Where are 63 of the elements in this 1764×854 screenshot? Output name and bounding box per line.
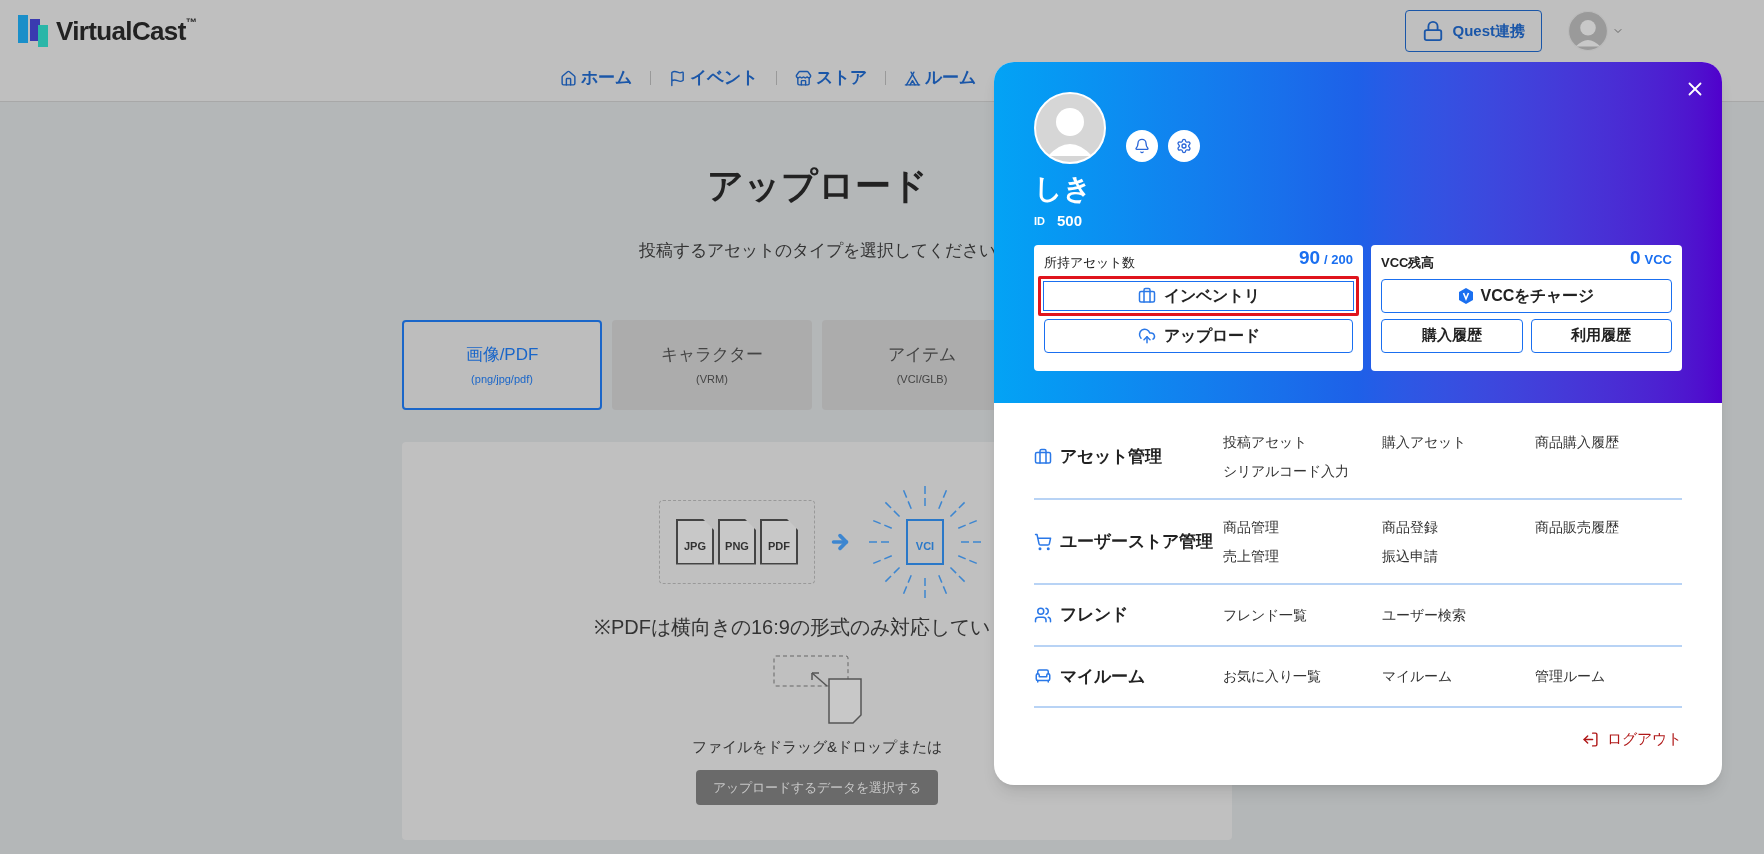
vcc-label: VCC残高 bbox=[1381, 254, 1435, 272]
settings-button[interactable] bbox=[1168, 130, 1200, 162]
bell-icon bbox=[1134, 138, 1150, 154]
history-button[interactable]: 利用履歴 bbox=[1530, 318, 1672, 353]
section-icon bbox=[1034, 605, 1052, 624]
vcc-unit: VCC bbox=[1644, 251, 1672, 269]
user-name: しき bbox=[1034, 172, 1093, 206]
menu-link[interactable]: マイルーム bbox=[1382, 666, 1535, 687]
user-id: 500 bbox=[1057, 211, 1083, 231]
menu-link[interactable]: 商品購入履歴 bbox=[1535, 432, 1655, 452]
menu-action-button[interactable]: インベントリ bbox=[1038, 275, 1359, 316]
asset-type-tab[interactable]: キャラクター (VRM) bbox=[612, 319, 812, 410]
section-icon bbox=[1034, 532, 1052, 551]
nav-link[interactable]: イベント bbox=[669, 65, 758, 91]
assets-limit: / 200 bbox=[1324, 251, 1353, 269]
history-button[interactable]: 購入履歴 bbox=[1381, 318, 1523, 353]
notification-button[interactable] bbox=[1126, 130, 1158, 162]
menu-link[interactable]: 購入アセット bbox=[1382, 432, 1535, 452]
section-title: アセット管理 bbox=[1060, 445, 1162, 468]
avatar-icon bbox=[1568, 11, 1608, 51]
nav-icon bbox=[795, 69, 812, 87]
nav-icon bbox=[560, 69, 577, 87]
vcc-charge-button[interactable]: VCCをチャージ bbox=[1381, 278, 1672, 313]
briefcase-icon bbox=[1137, 286, 1156, 305]
nav-icon bbox=[904, 69, 921, 87]
cloud-upload-icon bbox=[1137, 326, 1156, 345]
pdf-note: ※PDFは横向きの16:9の形式のみ対応してい bbox=[594, 614, 990, 640]
menu-link[interactable]: ユーザー検索 bbox=[1382, 604, 1535, 625]
menu-link[interactable]: 商品販売履歴 bbox=[1535, 517, 1655, 537]
quest-link-button[interactable]: Quest連携 bbox=[1405, 10, 1542, 52]
file-icon: JPG bbox=[676, 518, 714, 565]
logo-icon bbox=[18, 15, 48, 47]
shield-icon bbox=[1458, 287, 1473, 304]
nav-link[interactable]: ストア bbox=[795, 65, 867, 91]
file-icon: PNG bbox=[718, 518, 756, 565]
vci-file-icon: VCI bbox=[906, 518, 944, 565]
menu-link[interactable]: 商品登録 bbox=[1382, 517, 1535, 537]
assets-label: 所持アセット数 bbox=[1044, 254, 1135, 272]
lock-icon bbox=[1422, 20, 1445, 42]
avatar-icon bbox=[1034, 92, 1106, 164]
menu-action-button[interactable]: アップロード bbox=[1044, 318, 1353, 353]
section-icon bbox=[1034, 667, 1052, 686]
id-label: ID bbox=[1034, 214, 1045, 229]
nav-link[interactable]: ルーム bbox=[904, 65, 976, 91]
file-icon: PDF bbox=[760, 518, 798, 565]
section-title: フレンド bbox=[1060, 604, 1128, 626]
drag-drop-text: ファイルをドラッグ&ドロップまたは bbox=[692, 736, 942, 757]
menu-link[interactable]: 管理ルーム bbox=[1535, 666, 1655, 687]
nav-icon bbox=[669, 69, 686, 87]
section-title: ユーザーストア管理 bbox=[1060, 530, 1213, 553]
menu-link[interactable]: 振込申請 bbox=[1382, 546, 1535, 566]
section-title: マイルーム bbox=[1060, 665, 1145, 688]
section-icon bbox=[1034, 447, 1052, 466]
nav-link[interactable]: ホーム bbox=[560, 65, 632, 91]
vcc-amount: 0 bbox=[1629, 246, 1641, 270]
logout-icon bbox=[1582, 730, 1599, 748]
page-title: アップロード bbox=[706, 164, 928, 208]
assets-count: 90 bbox=[1298, 246, 1321, 270]
logout-link[interactable]: ログアウト bbox=[1582, 728, 1682, 751]
settings-icon bbox=[1176, 138, 1192, 154]
trademark-sign: ™ bbox=[185, 15, 197, 28]
logo-text[interactable]: VirtualCast bbox=[56, 11, 186, 51]
drag-drop-icon bbox=[772, 653, 862, 726]
